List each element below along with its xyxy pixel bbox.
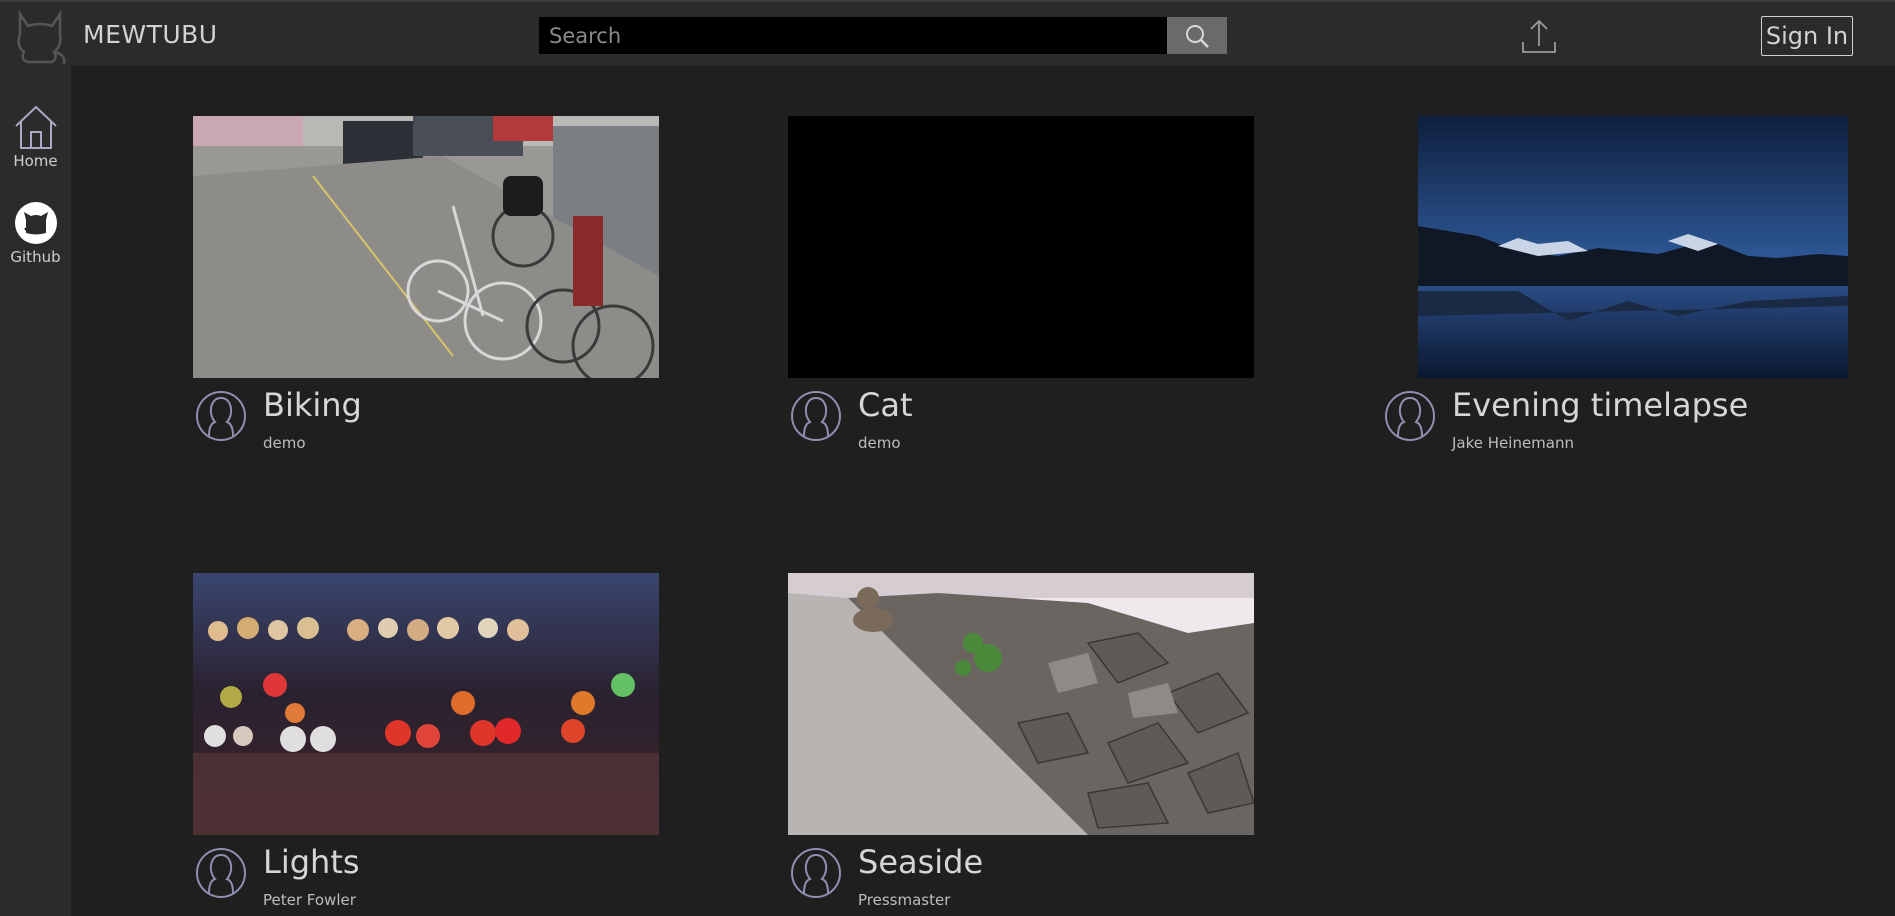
video-thumbnail[interactable]: [193, 573, 659, 835]
sidebar-item-label: Github: [10, 248, 61, 266]
user-avatar-icon[interactable]: [790, 847, 842, 899]
video-title[interactable]: Seaside: [858, 843, 983, 881]
video-thumbnail[interactable]: [193, 116, 659, 378]
github-icon: [14, 202, 57, 244]
video-title[interactable]: Evening timelapse: [1452, 386, 1748, 424]
sidebar-item-label: Home: [13, 152, 58, 170]
video-thumbnail[interactable]: [788, 116, 1254, 378]
upload-icon: [1522, 19, 1556, 53]
video-title[interactable]: Biking: [263, 386, 362, 424]
video-card[interactable]: Evening timelapse Jake Heinemann: [1382, 116, 1848, 452]
video-author[interactable]: Pressmaster: [858, 891, 950, 909]
sidebar-item-home[interactable]: Home: [0, 104, 71, 170]
video-author[interactable]: Jake Heinemann: [1452, 434, 1574, 452]
video-card[interactable]: Lights Peter Fowler: [193, 573, 659, 909]
video-card[interactable]: Biking demo: [193, 116, 659, 452]
upload-button[interactable]: [1519, 16, 1559, 56]
home-icon: [14, 105, 57, 149]
sign-in-button[interactable]: Sign In: [1761, 16, 1853, 56]
user-avatar-icon[interactable]: [790, 390, 842, 442]
video-card[interactable]: Seaside Pressmaster: [788, 573, 1254, 909]
video-author[interactable]: demo: [858, 434, 901, 452]
video-author[interactable]: Peter Fowler: [263, 891, 356, 909]
search-input[interactable]: [539, 17, 1167, 54]
video-author[interactable]: demo: [263, 434, 306, 452]
video-title[interactable]: Lights: [263, 843, 360, 881]
sidebar: Home Github: [0, 66, 71, 916]
sidebar-item-github[interactable]: Github: [0, 200, 71, 266]
video-card[interactable]: Cat demo: [788, 116, 1254, 452]
video-thumbnail[interactable]: [788, 573, 1254, 835]
video-thumbnail[interactable]: [1418, 116, 1848, 378]
search-icon: [1186, 24, 1209, 48]
video-title[interactable]: Cat: [858, 386, 913, 424]
user-avatar-icon[interactable]: [195, 847, 247, 899]
search-button[interactable]: [1167, 17, 1227, 54]
user-avatar-icon[interactable]: [195, 390, 247, 442]
top-bar: MEWTUBU Sign In: [0, 0, 1895, 66]
cat-logo-icon[interactable]: [12, 6, 68, 66]
brand-name[interactable]: MEWTUBU: [83, 20, 218, 49]
user-avatar-icon[interactable]: [1384, 390, 1436, 442]
